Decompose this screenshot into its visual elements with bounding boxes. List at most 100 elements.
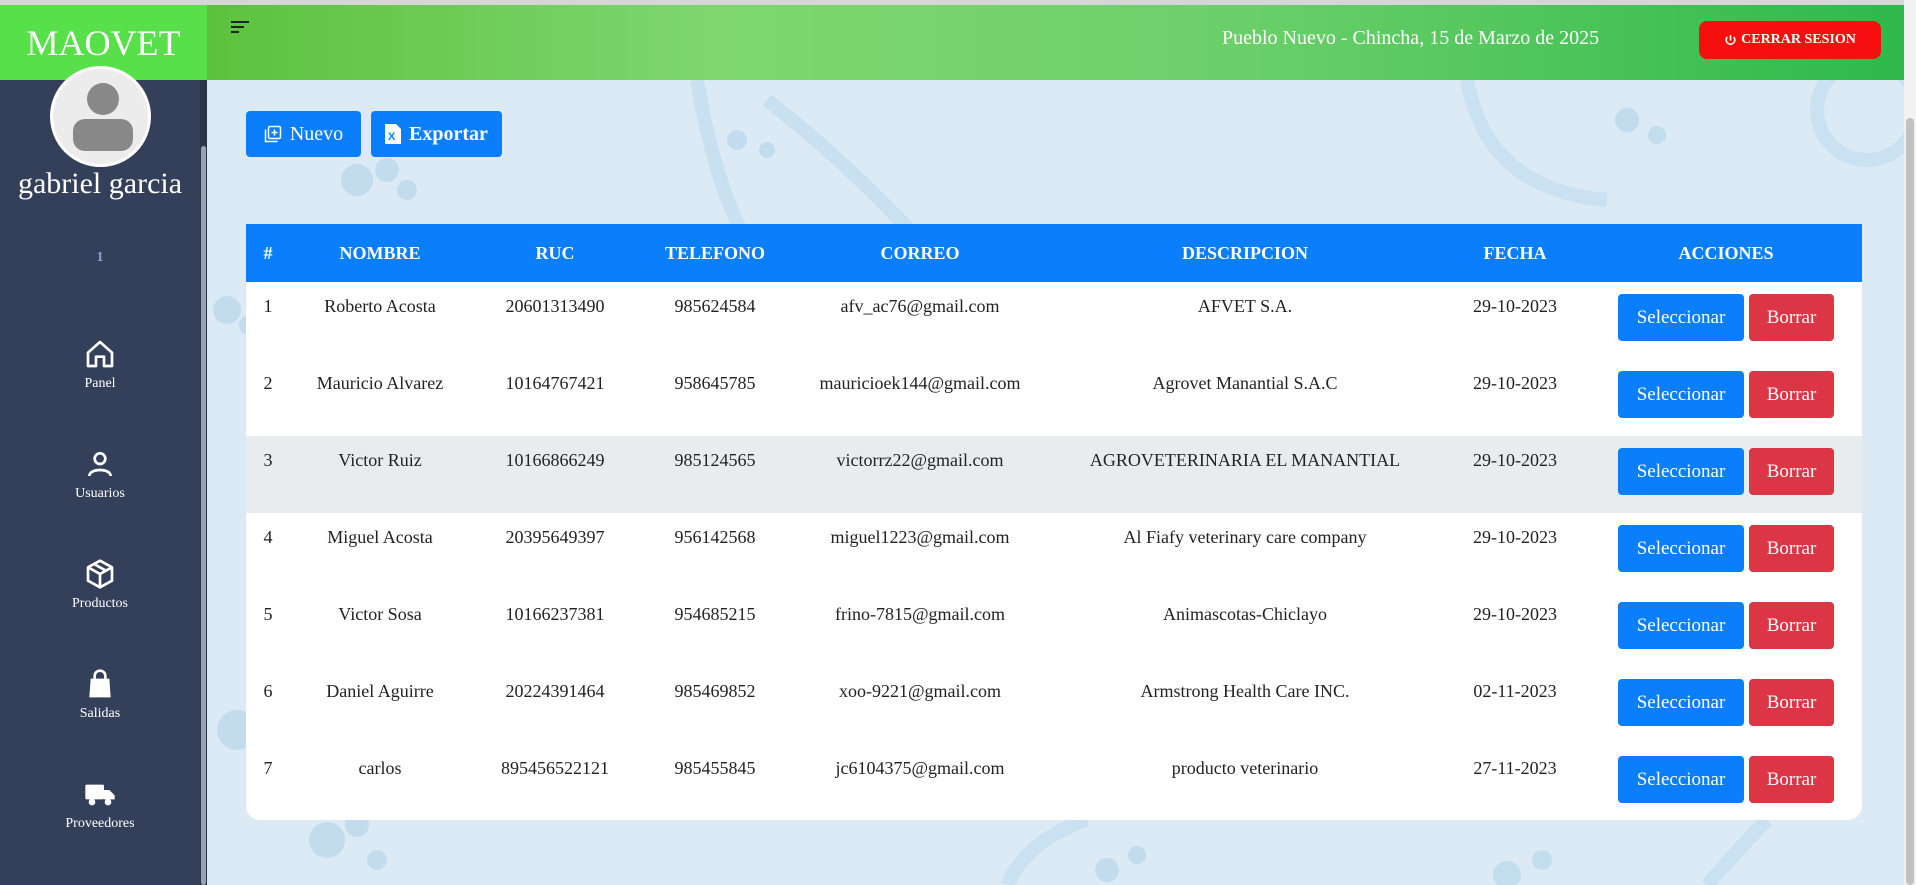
cell-nombre: Victor Sosa bbox=[338, 604, 422, 624]
column-header: CORREO bbox=[880, 242, 960, 263]
cell-ruc: 20395649397 bbox=[505, 527, 605, 547]
delete-button[interactable]: Borrar bbox=[1749, 371, 1834, 418]
delete-button[interactable]: Borrar bbox=[1749, 602, 1834, 649]
sidebar-item-label: Salidas bbox=[79, 706, 121, 721]
sidebar-item-label: Productos bbox=[72, 596, 128, 611]
cell-descripcion: AGROVETERINARIA EL MANANTIAL bbox=[1089, 450, 1401, 470]
delete-button[interactable]: Borrar bbox=[1749, 525, 1834, 572]
cell-acciones: Seleccionar Borrar bbox=[1590, 667, 1862, 744]
home-icon bbox=[86, 340, 114, 368]
cell-telefono: 985469852 bbox=[674, 681, 756, 701]
cell-telefono: 958645785 bbox=[674, 373, 756, 393]
delete-button[interactable]: Borrar bbox=[1749, 294, 1834, 341]
cell-acciones: Seleccionar Borrar bbox=[1590, 282, 1862, 359]
table-row: 1 Roberto Acosta 20601313490 985624584 a… bbox=[246, 282, 1862, 359]
power-icon bbox=[1725, 34, 1736, 45]
cell-descripcion: AFVET S.A. bbox=[1197, 296, 1293, 316]
cell-correo: miguel1223@gmail.com bbox=[830, 527, 1010, 547]
cell-fecha: 29-10-2023 bbox=[1473, 450, 1557, 470]
table-header-row: # NOMBRE RUC TELEFONO CORREO DESCRIPCION… bbox=[246, 224, 1862, 282]
cell-correo: victorrz22@gmail.com bbox=[836, 450, 1004, 470]
export-button[interactable]: X Exportar bbox=[371, 111, 502, 157]
cell-ruc: 10164767421 bbox=[505, 373, 605, 393]
cell-ruc: 10166866249 bbox=[505, 450, 605, 470]
cell-nombre: Victor Ruiz bbox=[338, 450, 422, 470]
menu-toggle-icon[interactable] bbox=[231, 19, 251, 40]
column-header: NOMBRE bbox=[339, 242, 421, 263]
cell-correo: mauricioek144@gmail.com bbox=[819, 373, 1021, 393]
cell-fecha: 29-10-2023 bbox=[1473, 373, 1557, 393]
select-button[interactable]: Seleccionar bbox=[1618, 448, 1744, 495]
cell-descripcion: producto veterinario bbox=[1171, 758, 1319, 778]
cell-telefono: 954685215 bbox=[674, 604, 756, 624]
sidebar-item-label: Proveedores bbox=[65, 816, 135, 831]
cell-descripcion: Agrovet Manantial S.A.C bbox=[1152, 373, 1338, 393]
truck-icon bbox=[85, 784, 115, 806]
sidebar-item-label: Usuarios bbox=[75, 486, 125, 501]
avatar bbox=[50, 66, 151, 167]
select-button[interactable]: Seleccionar bbox=[1618, 756, 1744, 803]
svg-text:X: X bbox=[388, 131, 396, 143]
cell-index: 6 bbox=[263, 681, 273, 701]
user-id: 1 bbox=[96, 250, 104, 265]
table-row: 5 Victor Sosa 10166237381 954685215 frin… bbox=[246, 590, 1862, 667]
cell-descripcion: Al Fiafy veterinary care company bbox=[1123, 527, 1367, 547]
excel-file-icon: X bbox=[385, 124, 402, 144]
select-button[interactable]: Seleccionar bbox=[1618, 371, 1744, 418]
delete-button[interactable]: Borrar bbox=[1749, 448, 1834, 495]
cell-acciones: Seleccionar Borrar bbox=[1590, 590, 1862, 667]
add-document-icon bbox=[264, 125, 282, 143]
cell-index: 1 bbox=[263, 296, 273, 316]
sidebar-item-proveedores[interactable]: Proveedores bbox=[0, 778, 200, 832]
cell-index: 3 bbox=[263, 450, 273, 470]
sidebar-item-label: Panel bbox=[84, 376, 116, 391]
box-icon bbox=[86, 559, 114, 589]
cell-correo: frino-7815@gmail.com bbox=[834, 604, 1006, 624]
providers-table: # NOMBRE RUC TELEFONO CORREO DESCRIPCION… bbox=[246, 224, 1862, 820]
sidebar-item-productos[interactable]: Productos bbox=[0, 558, 200, 612]
sidebar-item-salidas[interactable]: Salidas bbox=[0, 668, 200, 722]
cell-ruc: 20601313490 bbox=[505, 296, 605, 316]
delete-button[interactable]: Borrar bbox=[1749, 756, 1834, 803]
cell-fecha: 29-10-2023 bbox=[1473, 604, 1557, 624]
select-button[interactable]: Seleccionar bbox=[1618, 294, 1744, 341]
table-row: 2 Mauricio Alvarez 10164767421 958645785… bbox=[246, 359, 1862, 436]
location-date: Pueblo Nuevo - Chincha, 15 de Marzo de 2… bbox=[1222, 27, 1600, 49]
cell-acciones: Seleccionar Borrar bbox=[1590, 513, 1862, 590]
new-button[interactable]: Nuevo bbox=[246, 111, 361, 157]
bag-icon bbox=[89, 669, 111, 698]
logout-button[interactable]: CERRAR SESION bbox=[1699, 21, 1881, 59]
sidebar-scrollbar[interactable] bbox=[200, 80, 207, 885]
select-button[interactable]: Seleccionar bbox=[1618, 525, 1744, 572]
select-button[interactable]: Seleccionar bbox=[1618, 679, 1744, 726]
cell-acciones: Seleccionar Borrar bbox=[1590, 359, 1862, 436]
sidebar-item-panel[interactable]: Panel bbox=[0, 338, 200, 392]
cell-telefono: 956142568 bbox=[674, 527, 756, 547]
table-row: 3 Victor Ruiz 10166866249 985124565 vict… bbox=[246, 436, 1862, 513]
delete-button[interactable]: Borrar bbox=[1749, 679, 1834, 726]
page-scrollbar[interactable] bbox=[1904, 0, 1916, 885]
cell-nombre: carlos bbox=[358, 758, 402, 778]
cell-ruc: 20224391464 bbox=[505, 681, 605, 701]
sidebar: gabriel garcia 1 Panel Usuarios Producto… bbox=[0, 66, 207, 885]
top-bar: Pueblo Nuevo - Chincha, 15 de Marzo de 2… bbox=[207, 5, 1904, 80]
table-row: 6 Daniel Aguirre 20224391464 985469852 x… bbox=[246, 667, 1862, 744]
cell-nombre: Mauricio Alvarez bbox=[316, 373, 444, 393]
user-name: gabriel garcia bbox=[17, 167, 183, 200]
cell-index: 7 bbox=[263, 758, 273, 778]
cell-telefono: 985124565 bbox=[674, 450, 756, 470]
cell-nombre: Roberto Acosta bbox=[324, 296, 436, 316]
cell-correo: xoo-9221@gmail.com bbox=[838, 681, 1002, 701]
cell-fecha: 29-10-2023 bbox=[1473, 296, 1557, 316]
sidebar-item-usuarios[interactable]: Usuarios bbox=[0, 448, 200, 502]
cell-acciones: Seleccionar Borrar bbox=[1590, 436, 1862, 513]
user-icon bbox=[88, 452, 112, 477]
cell-nombre: Miguel Acosta bbox=[327, 527, 433, 547]
logout-label: CERRAR SESION bbox=[1741, 32, 1856, 47]
cell-index: 5 bbox=[263, 604, 273, 624]
cell-fecha: 29-10-2023 bbox=[1473, 527, 1557, 547]
cell-ruc: 895456522121 bbox=[501, 758, 609, 778]
column-header: ACCIONES bbox=[1678, 242, 1774, 263]
select-button[interactable]: Seleccionar bbox=[1618, 602, 1744, 649]
cell-index: 4 bbox=[263, 527, 273, 547]
